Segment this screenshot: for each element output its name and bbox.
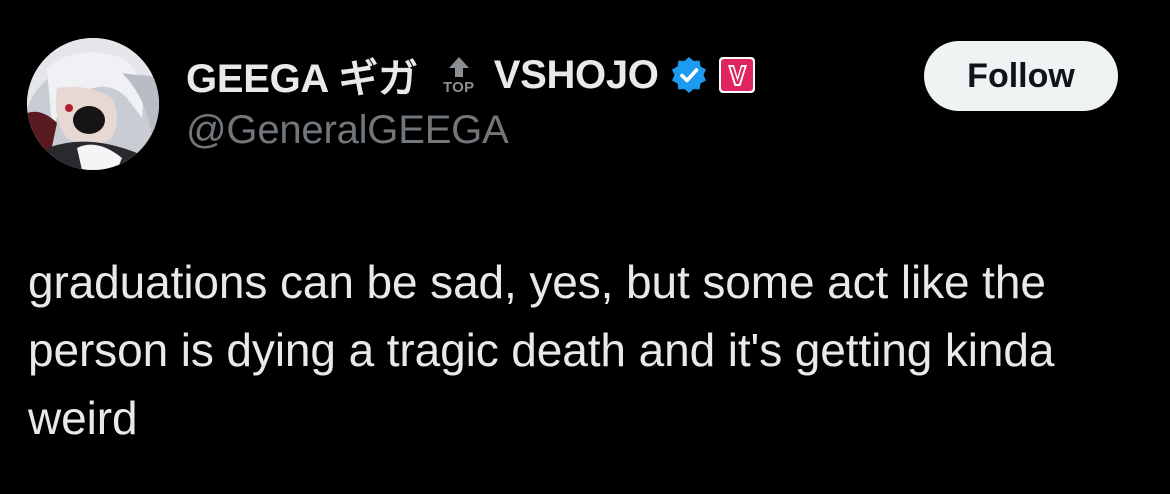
- author-affiliation[interactable]: VSHOJO: [494, 53, 659, 98]
- follow-button[interactable]: Follow: [924, 41, 1118, 111]
- tweet-card: GEEGA ギガ TOP VSHOJO @GeneralGEEGA Follow: [0, 0, 1170, 494]
- author-name-row: GEEGA ギガ TOP VSHOJO: [186, 50, 757, 101]
- author-handle[interactable]: @GeneralGEEGA: [186, 108, 509, 153]
- verified-check-icon[interactable]: [669, 55, 709, 95]
- avatar[interactable]: [27, 38, 159, 170]
- arrow-up-icon: [448, 57, 469, 77]
- avatar-image: [27, 38, 159, 170]
- top-badge: TOP: [440, 55, 478, 95]
- top-badge-label: TOP: [442, 79, 475, 96]
- vshojo-logo-icon[interactable]: [717, 55, 757, 95]
- tweet-text: graduations can be sad, yes, but some ac…: [28, 256, 1055, 444]
- author-display-name[interactable]: GEEGA ギガ: [186, 46, 418, 104]
